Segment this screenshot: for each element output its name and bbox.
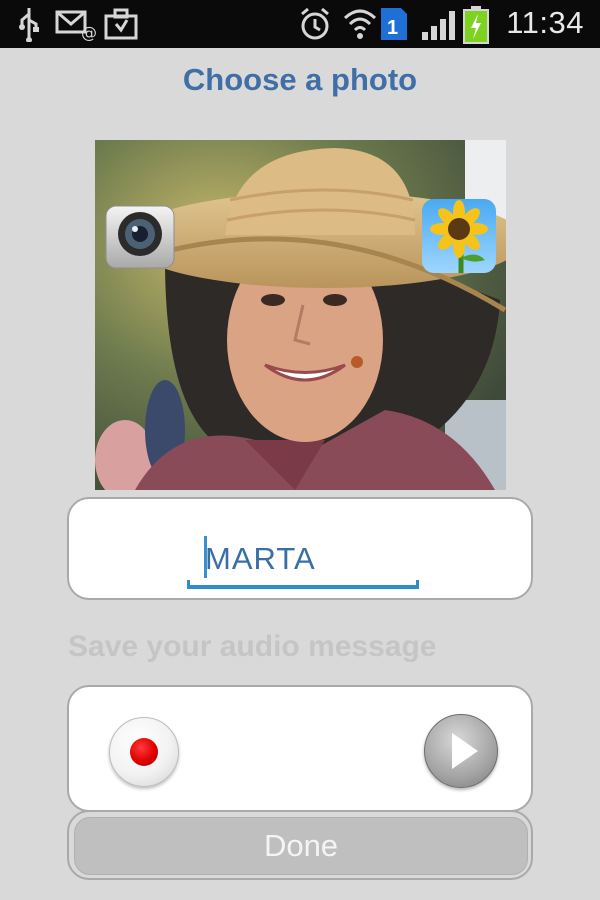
text-cursor	[204, 536, 207, 578]
status-bar: @ 1 11:34	[0, 0, 600, 48]
page-title: Choose a photo	[182, 62, 418, 97]
play-icon	[452, 733, 478, 769]
svg-text:@: @	[81, 23, 97, 42]
clock: 11:34	[506, 5, 584, 40]
battery-icon	[463, 6, 489, 44]
alarm-icon	[301, 7, 329, 40]
selected-photo[interactable]	[95, 140, 506, 490]
portrait-image	[95, 140, 506, 490]
done-button[interactable]: Done	[74, 817, 528, 875]
briefcase-icon	[104, 8, 138, 40]
signal-icon	[422, 11, 455, 40]
wifi-icon	[343, 9, 377, 39]
sunflower-gallery-icon[interactable]	[421, 198, 497, 274]
record-button[interactable]	[109, 717, 179, 787]
usb-icon	[19, 8, 39, 42]
done-container: Done	[67, 810, 533, 880]
name-card: MARTA	[67, 497, 533, 600]
audio-section-label: Save your audio message	[68, 630, 437, 663]
email-icon: @	[55, 10, 97, 42]
record-icon	[130, 738, 158, 766]
input-underline	[187, 580, 419, 589]
name-input[interactable]: MARTA	[187, 529, 417, 589]
svg-text:1: 1	[387, 17, 398, 39]
audio-controls-card	[67, 685, 533, 812]
camera-icon[interactable]	[104, 204, 176, 270]
sim-icon: 1	[381, 8, 407, 40]
play-button[interactable]	[424, 714, 498, 788]
